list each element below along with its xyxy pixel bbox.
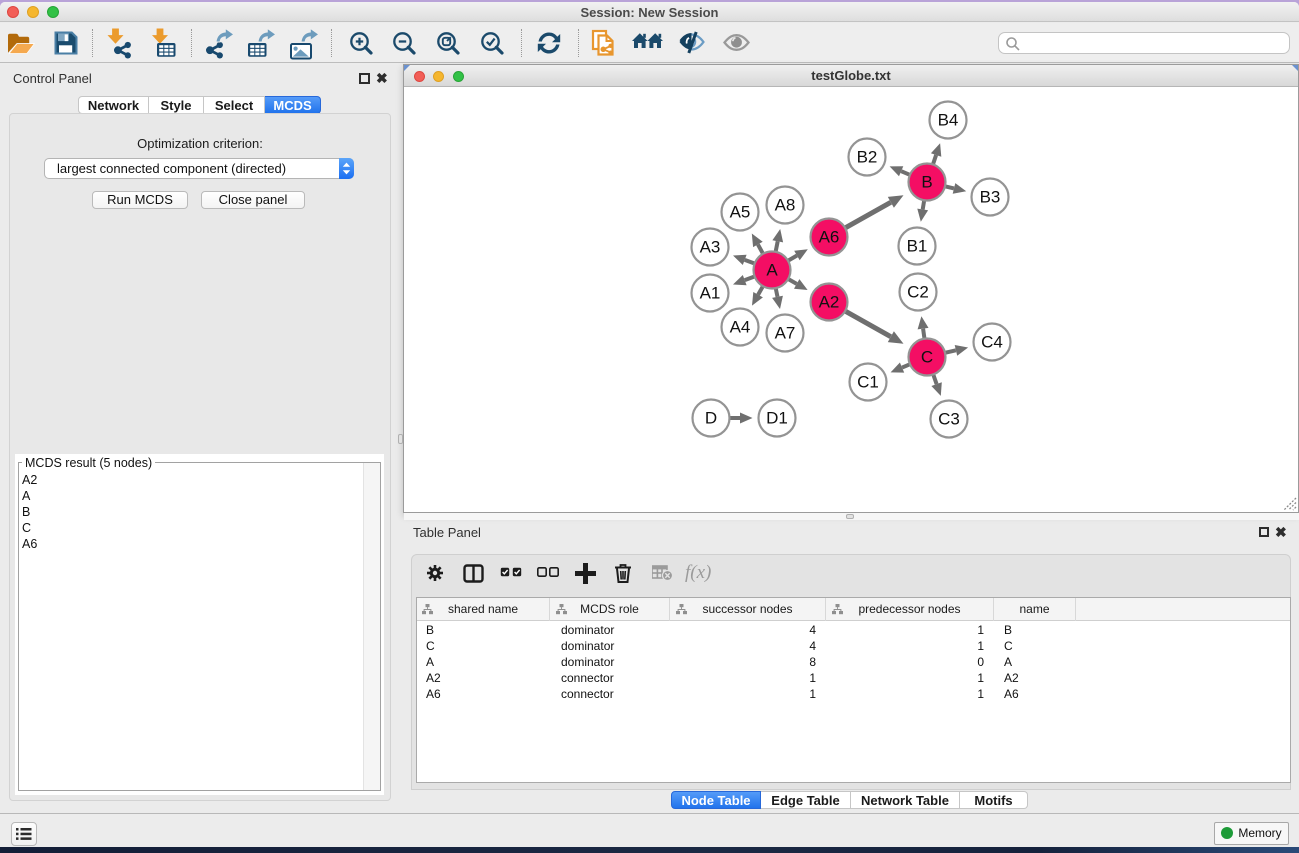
svg-text:C1: C1 bbox=[857, 373, 879, 392]
svg-text:A3: A3 bbox=[700, 238, 721, 257]
svg-text:C3: C3 bbox=[938, 410, 960, 429]
svg-text:B4: B4 bbox=[938, 111, 959, 130]
svg-text:D: D bbox=[705, 409, 717, 428]
svg-text:D1: D1 bbox=[766, 409, 788, 428]
svg-text:C4: C4 bbox=[981, 333, 1003, 352]
svg-text:A8: A8 bbox=[775, 196, 796, 215]
svg-text:A4: A4 bbox=[730, 318, 751, 337]
svg-text:B2: B2 bbox=[857, 148, 878, 167]
svg-text:B: B bbox=[921, 173, 932, 192]
svg-text:C: C bbox=[921, 348, 933, 367]
svg-text:A6: A6 bbox=[819, 228, 840, 247]
svg-text:A2: A2 bbox=[819, 293, 840, 312]
svg-text:A1: A1 bbox=[700, 284, 721, 303]
svg-text:B3: B3 bbox=[980, 188, 1001, 207]
svg-text:A7: A7 bbox=[775, 324, 796, 343]
svg-text:B1: B1 bbox=[907, 237, 928, 256]
svg-text:C2: C2 bbox=[907, 283, 929, 302]
svg-text:A5: A5 bbox=[730, 203, 751, 222]
svg-text:A: A bbox=[766, 261, 778, 280]
svg-text:f(x): f(x) bbox=[685, 563, 711, 583]
